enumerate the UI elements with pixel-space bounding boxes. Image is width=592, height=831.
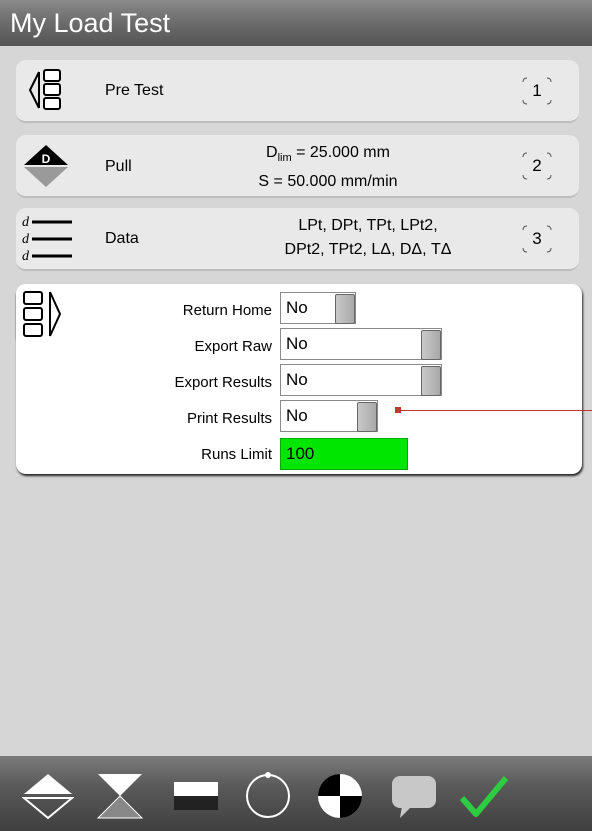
speech-bubble-icon[interactable] [388,770,440,822]
setting-print-results: Print Results No [16,400,582,434]
split-rectangle-icon[interactable] [170,770,222,822]
print-results-select[interactable]: No [280,400,378,432]
setting-label-export-raw: Export Raw [194,338,272,355]
pull-direction-icon: D [22,139,70,191]
dropdown-knob-icon[interactable] [335,294,355,324]
step-number-3: 3 [521,220,553,258]
window-title: My Load Test [0,0,592,46]
dropdown-knob-icon[interactable] [421,330,441,360]
setting-label-return-home: Return Home [182,302,272,319]
annotation-leader-line [397,410,592,411]
svg-text:d: d [22,249,30,264]
bottom-toolbar [0,756,592,831]
data-outputs: LPt, DPt, TPt, LPt2, DPt2, TPt2, LΔ, DΔ,… [284,217,452,258]
export-results-select[interactable]: No [280,364,442,396]
step-number-1: 1 [521,72,553,110]
return-home-select[interactable]: No [280,292,356,324]
data-list-icon: d d d [22,212,72,264]
step-label-pull: Pull [105,158,132,175]
step-label-data: Data [105,230,139,247]
quarter-circle-icon[interactable] [314,770,366,822]
hourglass-icon[interactable] [94,770,146,822]
dropdown-knob-icon[interactable] [421,366,441,396]
checkmark-icon[interactable] [458,770,510,822]
post-test-panel: Return Home No Export Raw No Export Resu… [16,284,582,474]
step-label-pre-test: Pre Test [105,82,164,99]
setting-runs-limit: Runs Limit 100 [16,436,582,470]
step-card-data[interactable]: d d d Data LPt, DPt, TPt, LPt2, DPt2, TP… [16,208,579,271]
setting-label-export-results: Export Results [174,374,272,391]
pre-test-list-icon [22,64,70,116]
svg-text:d: d [22,232,30,247]
setting-label-runs-limit: Runs Limit [201,446,272,463]
setting-return-home: Return Home No [16,292,582,326]
setting-export-results: Export Results No [16,364,582,398]
step-number-2: 2 [521,147,553,185]
move-up-down-icon[interactable] [21,770,75,822]
step-card-pre-test[interactable]: Pre Test 1 [16,60,579,123]
annotation-leader-dot [395,407,401,413]
svg-text:D: D [42,152,51,166]
setting-export-raw: Export Raw No [16,328,582,362]
runs-limit-input[interactable]: 100 [280,438,408,470]
setting-label-print-results: Print Results [186,410,272,427]
svg-text:d: d [22,215,30,230]
rotate-icon[interactable] [242,770,294,822]
export-raw-select[interactable]: No [280,328,442,360]
pull-parameters: Dlim = 25.000 mm S = 50.000 mm/min [258,144,398,191]
dropdown-knob-icon[interactable] [357,402,377,432]
step-card-pull[interactable]: D Pull Dlim = 25.000 mm S = 50.000 mm/mi… [16,135,579,198]
